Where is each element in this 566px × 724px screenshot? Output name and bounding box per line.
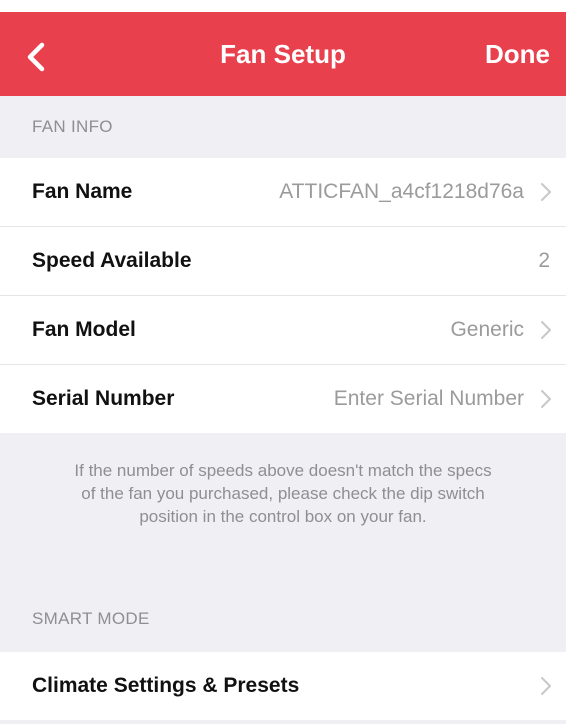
speed-available-label: Speed Available (32, 249, 192, 272)
climate-settings-label: Climate Settings & Presets (32, 674, 300, 697)
chevron-right-icon (541, 390, 551, 408)
page-title: Fan Setup (220, 39, 346, 69)
chevron-right-icon (541, 321, 551, 339)
speed-available-row: Speed Available 2 (0, 227, 566, 296)
done-button[interactable]: Done (485, 12, 550, 96)
speed-available-value: 2 (538, 249, 550, 272)
status-bar-area (0, 0, 566, 12)
fan-model-row[interactable]: Fan Model Generic (0, 296, 566, 365)
fan-model-label: Fan Model (32, 318, 136, 341)
fan-name-label: Fan Name (32, 180, 133, 203)
fan-name-row[interactable]: Fan Name ATTICFAN_a4cf1218d76a (0, 158, 566, 227)
speed-mismatch-note: If the number of speeds above doesn't ma… (74, 461, 492, 526)
climate-settings-row[interactable]: Climate Settings & Presets (0, 652, 566, 720)
back-button[interactable] (24, 42, 50, 72)
chevron-right-icon (541, 183, 551, 201)
section-header-smart-mode: SMART MODE (32, 609, 150, 628)
bottom-spacer (0, 720, 566, 724)
settings-content: FAN INFO Fan Name ATTICFAN_a4cf1218d76a … (0, 96, 566, 724)
serial-number-row[interactable]: Serial Number Enter Serial Number (0, 365, 566, 433)
fan-name-value: ATTICFAN_a4cf1218d76a (279, 180, 524, 203)
fan-model-value: Generic (450, 318, 524, 341)
serial-number-placeholder: Enter Serial Number (333, 387, 524, 410)
smart-mode-group: Climate Settings & Presets (0, 652, 566, 720)
chevron-right-icon (541, 677, 551, 695)
chevron-left-icon (27, 42, 45, 72)
navigation-bar: Fan Setup Done (0, 12, 566, 96)
section-header-fan-info: FAN INFO (32, 117, 113, 136)
serial-number-label: Serial Number (32, 387, 175, 410)
fan-setup-screen: Fan Setup Done FAN INFO Fan Name ATTICFA… (0, 0, 566, 724)
fan-info-group: Fan Name ATTICFAN_a4cf1218d76a Speed Ava… (0, 158, 566, 433)
